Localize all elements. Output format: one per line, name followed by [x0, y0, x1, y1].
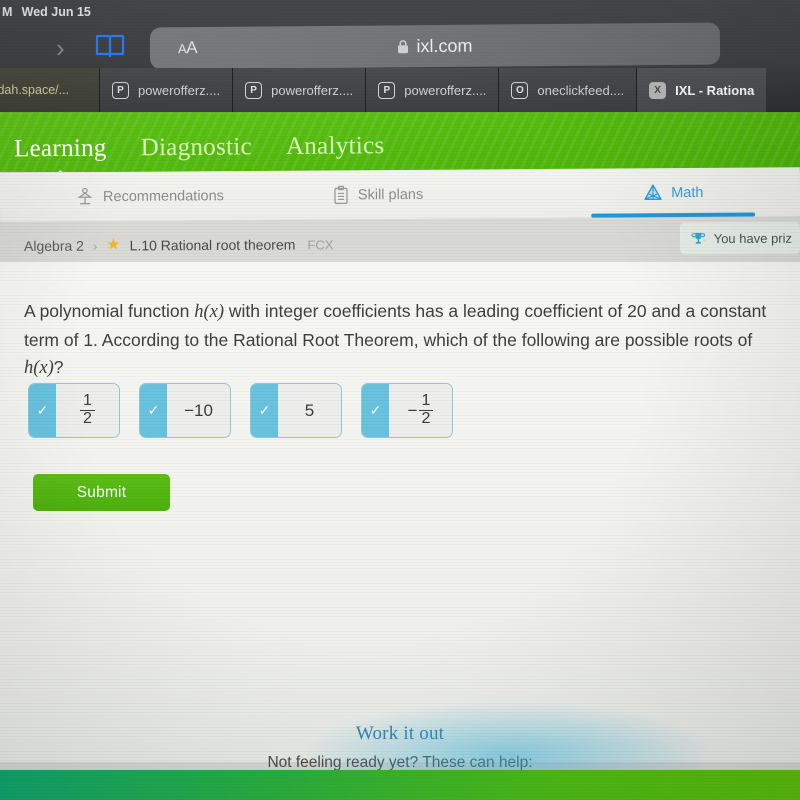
submit-button[interactable]: Submit [33, 474, 170, 511]
check-icon[interactable]: ✓ [29, 384, 56, 437]
fraction-denominator: 2 [418, 410, 434, 428]
answer-choice-value: 1 2 [56, 384, 119, 437]
subnav-item-recommendations[interactable]: Recommendations [75, 171, 224, 221]
favicon: X [649, 81, 667, 99]
answer-choice-value: −10 [167, 384, 230, 437]
bottom-green-bar [0, 770, 800, 800]
lock-icon [398, 39, 409, 53]
star-icon: ★ [106, 236, 121, 254]
question-variable-2: h(x) [24, 357, 54, 378]
favicon: P [378, 81, 396, 99]
subnav-label: Recommendations [102, 187, 224, 205]
favicon: P [245, 81, 263, 99]
subnav-item-math[interactable]: Math [591, 168, 756, 218]
browser-tab-active[interactable]: X IXL - Rationa [637, 68, 767, 112]
topnav-label: Analytics [285, 132, 385, 160]
fraction-numerator: 1 [421, 392, 431, 410]
url-text: ixl.com [416, 35, 473, 56]
answer-choice[interactable]: ✓ 1 2 [28, 383, 120, 438]
active-tab-underline [591, 212, 756, 218]
browser-tab[interactable]: P powerofferz.... [100, 68, 234, 112]
answer-choice[interactable]: ✓ − 1 2 [361, 383, 453, 438]
device-screen: M Wed Jun 15 › AA ixl.com fdah.space/...… [0, 0, 800, 800]
topnav-label: Diagnostic [140, 133, 253, 162]
fraction-denominator: 2 [80, 410, 95, 428]
fraction-sign: − [407, 400, 418, 420]
trophy-icon [690, 232, 706, 244]
browser-tab[interactable]: P powerofferz.... [233, 68, 367, 112]
topnav-item-learning[interactable]: Learning [13, 134, 107, 172]
topnav-item-analytics[interactable]: Analytics [286, 132, 385, 161]
browser-tab[interactable]: fdah.space/... [0, 68, 100, 112]
chevron-right-icon[interactable]: › [56, 35, 65, 61]
active-pointer-icon [49, 169, 72, 172]
subnav-item-skill-plans[interactable]: Skill plans [332, 170, 424, 220]
browser-tab[interactable]: P powerofferz.... [366, 68, 500, 112]
tab-title: oneclickfeed.... [537, 82, 625, 98]
check-icon[interactable]: ✓ [362, 384, 389, 437]
answer-choice-value: − 1 2 [389, 384, 452, 437]
question-part-3: ? [53, 356, 64, 377]
fraction-numerator: 1 [83, 392, 92, 410]
question-area: A polynomial function h(x) with integer … [0, 262, 800, 771]
topnav-item-diagnostic[interactable]: Diagnostic [141, 133, 253, 162]
ixl-top-nav: Learning Diagnostic Analytics [0, 112, 800, 172]
browser-tab[interactable]: O oneclickfeed.... [499, 68, 638, 112]
tab-title: powerofferz.... [138, 82, 221, 98]
text-size-button[interactable]: AA [178, 38, 197, 58]
check-icon[interactable]: ✓ [251, 384, 278, 437]
browser-toolbar: › AA ixl.com [0, 16, 800, 72]
prize-text: You have priz [713, 230, 793, 246]
tab-title: IXL - Rationa [675, 82, 755, 98]
prize-notification[interactable]: You have priz [679, 221, 800, 255]
question-part-1: A polynomial function [24, 301, 195, 321]
subnav-label: Math [671, 184, 704, 201]
favicon: O [511, 81, 529, 99]
check-icon[interactable]: ✓ [140, 384, 167, 437]
cone-stand-icon [77, 187, 93, 204]
address-bar[interactable]: AA ixl.com [149, 22, 720, 70]
answer-choice[interactable]: ✓ 5 [250, 383, 342, 438]
answer-choice-value: 5 [278, 384, 341, 437]
breadcrumb-subject[interactable]: Algebra 2 [24, 238, 84, 254]
tab-strip: fdah.space/... P powerofferz.... P power… [0, 68, 800, 112]
tab-title: powerofferz.... [271, 82, 354, 98]
answer-choice[interactable]: ✓ −10 [139, 383, 231, 438]
question-text: A polynomial function h(x) with integer … [24, 298, 776, 382]
question-variable-1: h(x) [194, 302, 225, 322]
book-icon[interactable] [95, 33, 125, 64]
breadcrumb-separator: › [92, 238, 98, 254]
favicon: P [112, 81, 129, 99]
clipboard-list-icon [334, 185, 348, 204]
subnav-label: Skill plans [357, 186, 424, 203]
ixl-sub-nav: Recommendations Skill plans Math [0, 167, 800, 223]
pyramid-icon [644, 184, 662, 200]
tab-title: fdah.space/... [0, 83, 70, 97]
skill-code: FCX [307, 236, 334, 252]
tab-title: powerofferz.... [404, 82, 487, 98]
breadcrumb-skill: L.10 Rational root theorem [129, 236, 296, 254]
topnav-label: Learning [13, 134, 107, 163]
work-it-out-heading[interactable]: Work it out [0, 723, 800, 745]
browser-chrome: M Wed Jun 15 › AA ixl.com fdah.space/...… [0, 0, 800, 112]
answer-choices: ✓ 1 2 ✓ −10 ✓ 5 ✓ − 1 2 [28, 383, 453, 438]
